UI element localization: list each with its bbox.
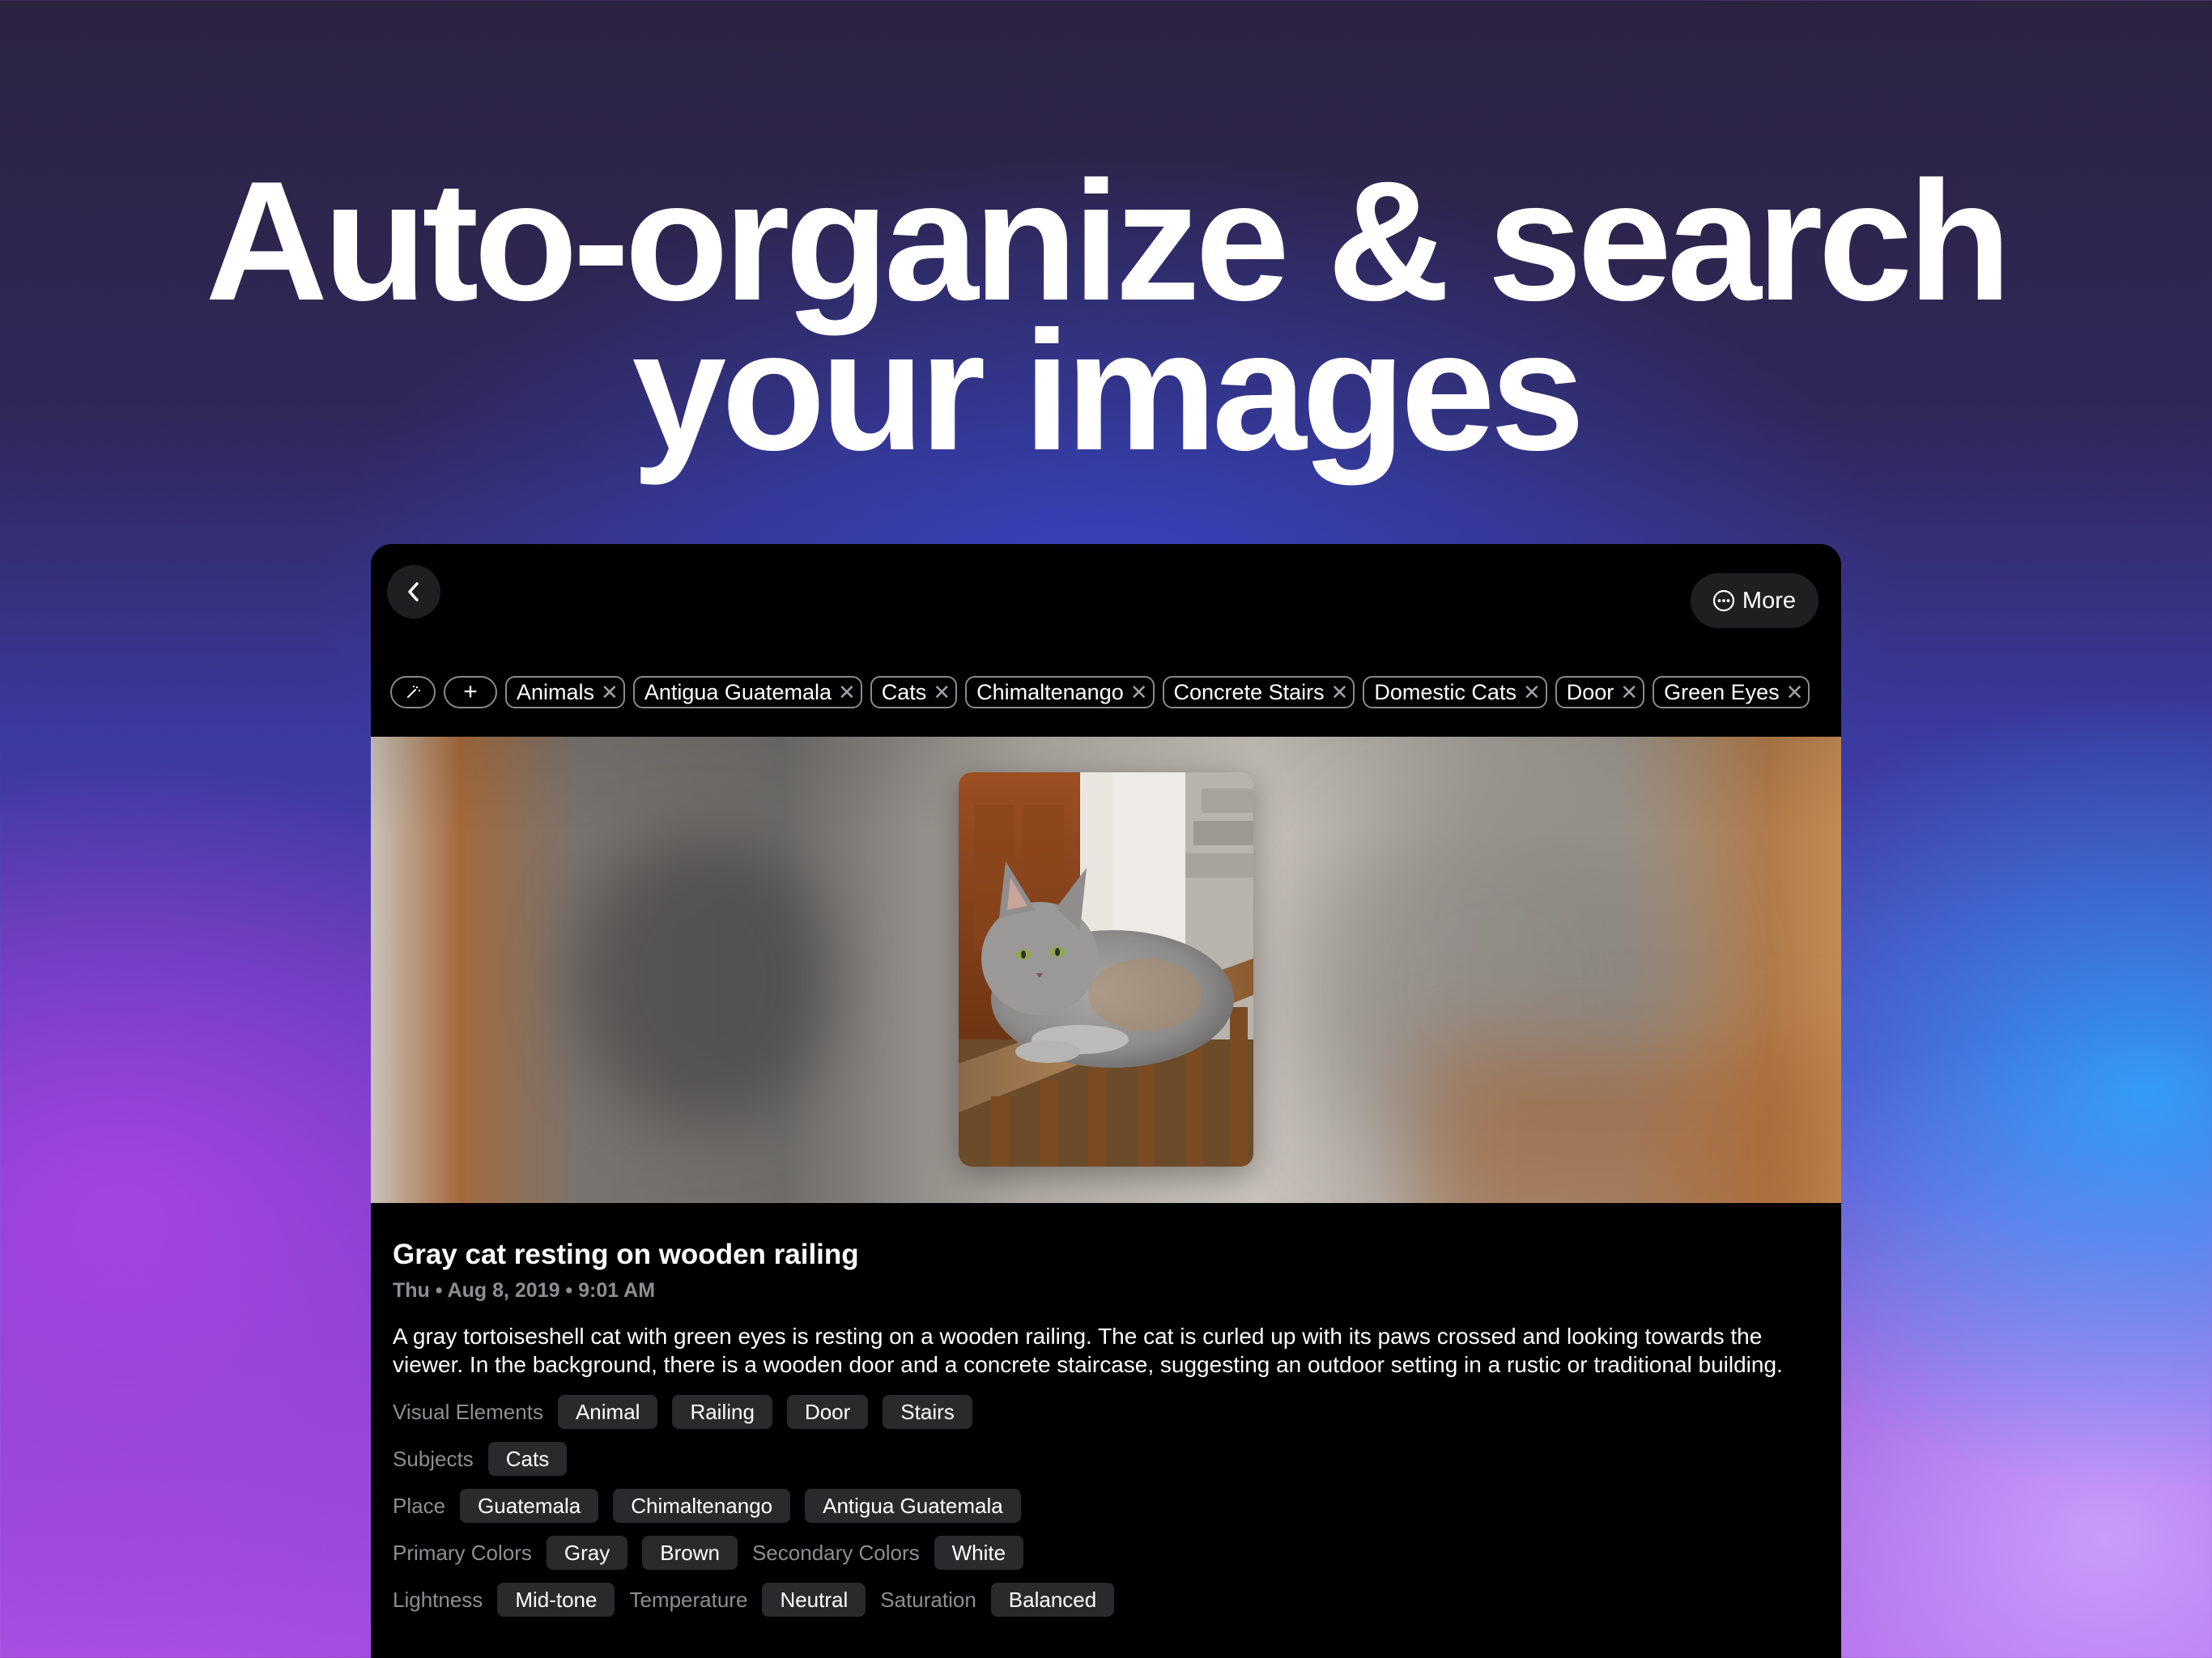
tag-chip[interactable]: Green Eyes ✕ xyxy=(1653,676,1810,708)
tag-chip-label: Green Eyes xyxy=(1664,679,1780,704)
attribute-label: Place xyxy=(393,1493,446,1518)
tag-chip-label: Door xyxy=(1566,679,1614,704)
back-button[interactable] xyxy=(387,565,440,619)
close-icon[interactable]: ✕ xyxy=(1786,682,1804,703)
more-button-label: More xyxy=(1742,587,1796,614)
close-icon[interactable]: ✕ xyxy=(1620,682,1638,703)
attribute-label: Primary Colors xyxy=(393,1540,532,1565)
close-icon[interactable]: ✕ xyxy=(1130,682,1148,703)
tag-chip[interactable]: Door ✕ xyxy=(1555,676,1645,708)
tag-chip[interactable]: Domestic Cats ✕ xyxy=(1363,676,1547,708)
attribute-pill[interactable]: Guatemala xyxy=(460,1489,599,1523)
magic-wand-icon xyxy=(407,685,421,698)
attribute-pill[interactable]: Stairs xyxy=(883,1395,972,1429)
photo-description: A gray tortoiseshell cat with green eyes… xyxy=(393,1324,1783,1377)
tag-chip[interactable]: Antigua Guatemala ✕ xyxy=(632,676,862,708)
add-tag-button[interactable]: + xyxy=(444,676,497,708)
attribute-pill[interactable]: White xyxy=(934,1536,1024,1570)
tag-chip-label: Cats xyxy=(881,679,927,704)
close-icon[interactable]: ✕ xyxy=(601,682,619,703)
close-icon[interactable]: ✕ xyxy=(933,682,951,703)
attribute-label: Saturation xyxy=(880,1587,976,1612)
close-icon[interactable]: ✕ xyxy=(1523,682,1541,703)
tag-chip-label: Animals xyxy=(517,679,595,704)
close-icon[interactable]: ✕ xyxy=(838,682,856,703)
photo-detail-window: More + Animals ✕ Antigua Guatemala ✕ Cat… xyxy=(371,544,1841,1658)
headline-line-1: Auto-organize & search xyxy=(205,146,2011,336)
chevron-left-icon xyxy=(408,582,419,602)
attribute-pill[interactable]: Balanced xyxy=(990,1583,1115,1617)
attribute-pill[interactable]: Neutral xyxy=(762,1583,866,1617)
attribute-label: Visual Elements xyxy=(393,1399,543,1424)
photo-title: Gray cat resting on wooden railing xyxy=(393,1239,859,1270)
ellipsis-circle-icon xyxy=(1712,589,1735,612)
attribute-pill[interactable]: Door xyxy=(786,1395,869,1429)
tag-bar: + Animals ✕ Antigua Guatemala ✕ Cats ✕ C… xyxy=(390,676,1810,708)
tone-row: Lightness Mid-tone Temperature Neutral S… xyxy=(393,1583,1826,1617)
attribute-pill[interactable]: Chimaltenango xyxy=(613,1489,791,1523)
place-row: Place Guatemala Chimaltenango Antigua Gu… xyxy=(393,1489,1826,1523)
more-button[interactable]: More xyxy=(1690,573,1819,628)
attribute-label: Subjects xyxy=(393,1446,474,1471)
tag-chip-label: Chimaltenango xyxy=(976,679,1124,704)
headline: Auto-organize & search your images xyxy=(0,146,2212,486)
backdrop-blur xyxy=(573,834,832,1125)
attribute-pill[interactable]: Mid-tone xyxy=(497,1583,615,1617)
attribute-label: Lightness xyxy=(393,1587,483,1612)
visual-elements-row: Visual Elements Animal Railing Door Stai… xyxy=(393,1395,1826,1429)
tag-chip[interactable]: Chimaltenango ✕ xyxy=(965,676,1155,708)
attribute-label: Temperature xyxy=(629,1587,748,1612)
tag-chip[interactable]: Concrete Stairs ✕ xyxy=(1162,676,1355,708)
attribute-pill[interactable]: Railing xyxy=(672,1395,772,1429)
backdrop-blur xyxy=(1423,1044,1841,1203)
subjects-row: Subjects Cats xyxy=(393,1442,1826,1476)
tag-chip-label: Domestic Cats xyxy=(1374,679,1516,704)
attribute-pill[interactable]: Brown xyxy=(642,1536,738,1570)
photo-backdrop xyxy=(371,737,1841,1203)
attribute-label: Secondary Colors xyxy=(751,1540,920,1565)
cat-photo-image xyxy=(959,772,1253,1167)
photo-date: Thu • Aug 8, 2019 • 9:01 AM xyxy=(393,1279,656,1302)
tag-chip-label: Concrete Stairs xyxy=(1173,679,1325,704)
plus-icon: + xyxy=(463,678,478,705)
attribute-pill[interactable]: Antigua Guatemala xyxy=(805,1489,1021,1523)
headline-line-2: your images xyxy=(632,295,1585,486)
attribute-rows: Visual Elements Animal Railing Door Stai… xyxy=(393,1395,1826,1617)
tag-chip-label: Antigua Guatemala xyxy=(644,679,832,704)
auto-tag-button[interactable] xyxy=(390,676,436,708)
close-icon[interactable]: ✕ xyxy=(1331,682,1349,703)
attribute-pill[interactable]: Gray xyxy=(546,1536,628,1570)
tag-chip[interactable]: Animals ✕ xyxy=(505,676,625,708)
attribute-pill[interactable]: Animal xyxy=(557,1395,658,1429)
attribute-pill[interactable]: Cats xyxy=(487,1442,568,1476)
cat-photo[interactable] xyxy=(959,772,1253,1167)
photo-details: Gray cat resting on wooden railing Thu •… xyxy=(393,1239,1826,1630)
colors-row: Primary Colors Gray Brown Secondary Colo… xyxy=(393,1536,1826,1570)
tag-chip[interactable]: Cats ✕ xyxy=(870,676,958,708)
